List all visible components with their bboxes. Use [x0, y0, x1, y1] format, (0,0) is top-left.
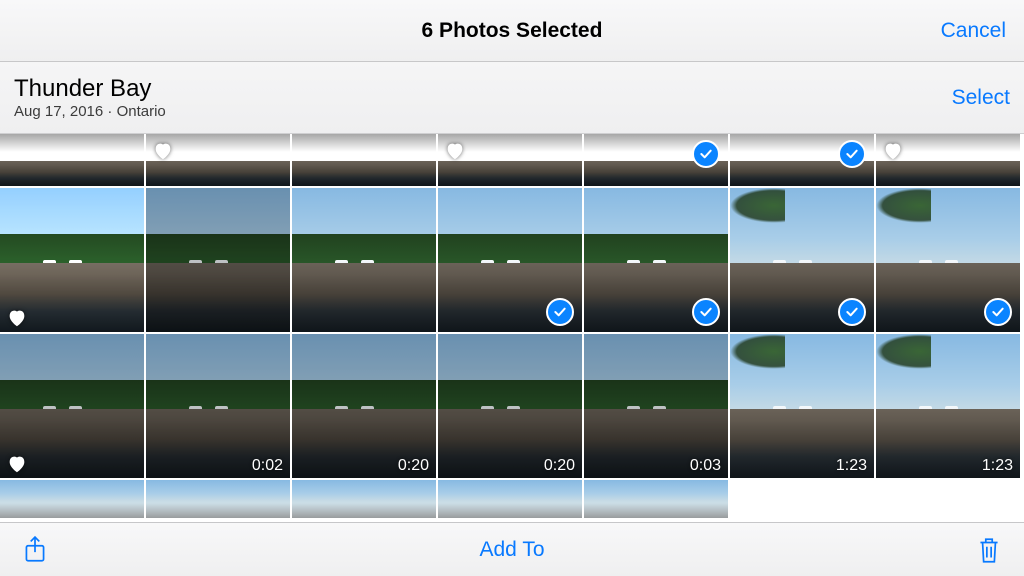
photo-grid[interactable]: 0:02 0:20 0:20 0:03 1:23 1:23	[0, 134, 1024, 522]
empty-cell	[876, 480, 1022, 520]
video-thumbnail[interactable]: 0:02	[146, 334, 292, 480]
video-thumbnail[interactable]: 0:20	[292, 334, 438, 480]
select-button[interactable]: Select	[952, 86, 1010, 110]
nav-title: 6 Photos Selected	[422, 19, 603, 43]
share-icon	[22, 535, 48, 565]
cancel-button[interactable]: Cancel	[941, 0, 1006, 62]
favorite-heart-icon	[882, 140, 904, 162]
navbar: 6 Photos Selected Cancel	[0, 0, 1024, 62]
photo-thumbnail[interactable]	[438, 480, 584, 520]
video-thumbnail[interactable]: 0:03	[584, 334, 730, 480]
photo-thumbnail[interactable]	[292, 480, 438, 520]
empty-cell	[730, 480, 876, 520]
video-duration: 1:23	[836, 457, 867, 475]
photo-thumbnail[interactable]	[0, 134, 146, 188]
favorite-heart-icon	[6, 307, 28, 329]
photo-thumbnail[interactable]	[0, 188, 146, 334]
photo-thumbnail[interactable]	[292, 134, 438, 188]
video-duration: 0:02	[252, 457, 283, 475]
photo-thumbnail[interactable]	[292, 188, 438, 334]
photo-thumbnail[interactable]	[0, 480, 146, 520]
favorite-heart-icon	[6, 453, 28, 475]
toolbar-center: Add To	[0, 538, 1024, 562]
selected-checkmark-icon	[692, 298, 720, 326]
video-thumbnail[interactable]: 1:23	[730, 334, 876, 480]
favorite-heart-icon	[152, 140, 174, 162]
photo-thumbnail[interactable]	[0, 334, 146, 480]
trash-icon	[976, 535, 1002, 565]
photo-thumbnail[interactable]	[438, 134, 584, 188]
selected-checkmark-icon	[838, 140, 866, 168]
collection-title: Thunder Bay	[14, 75, 166, 103]
video-duration: 0:20	[544, 457, 575, 475]
selected-checkmark-icon	[984, 298, 1012, 326]
photo-thumbnail[interactable]	[584, 480, 730, 520]
collection-header: Thunder Bay Aug 17, 2016 · Ontario Selec…	[0, 62, 1024, 134]
photo-thumbnail[interactable]	[146, 480, 292, 520]
video-thumbnail[interactable]: 1:23	[876, 334, 1022, 480]
photo-thumbnail[interactable]	[876, 188, 1022, 334]
photo-thumbnail[interactable]	[584, 188, 730, 334]
photo-thumbnail[interactable]	[584, 134, 730, 188]
photo-thumbnail[interactable]	[730, 134, 876, 188]
toolbar: Add To	[0, 522, 1024, 576]
selected-checkmark-icon	[838, 298, 866, 326]
delete-button[interactable]	[976, 535, 1002, 565]
photo-thumbnail[interactable]	[146, 188, 292, 334]
video-duration: 1:23	[982, 457, 1013, 475]
video-duration: 0:03	[690, 457, 721, 475]
photo-thumbnail[interactable]	[876, 134, 1022, 188]
share-button[interactable]	[22, 535, 48, 565]
selected-checkmark-icon	[692, 140, 720, 168]
photos-app: 6 Photos Selected Cancel Thunder Bay Aug…	[0, 0, 1024, 576]
photo-thumbnail[interactable]	[146, 134, 292, 188]
video-thumbnail[interactable]: 0:20	[438, 334, 584, 480]
photo-thumbnail[interactable]	[730, 188, 876, 334]
collection-title-block: Thunder Bay Aug 17, 2016 · Ontario	[14, 75, 166, 120]
favorite-heart-icon	[444, 140, 466, 162]
collection-subtitle: Aug 17, 2016 · Ontario	[14, 103, 166, 120]
selected-checkmark-icon	[546, 298, 574, 326]
video-duration: 0:20	[398, 457, 429, 475]
photo-thumbnail[interactable]	[438, 188, 584, 334]
add-to-button[interactable]: Add To	[480, 538, 545, 561]
